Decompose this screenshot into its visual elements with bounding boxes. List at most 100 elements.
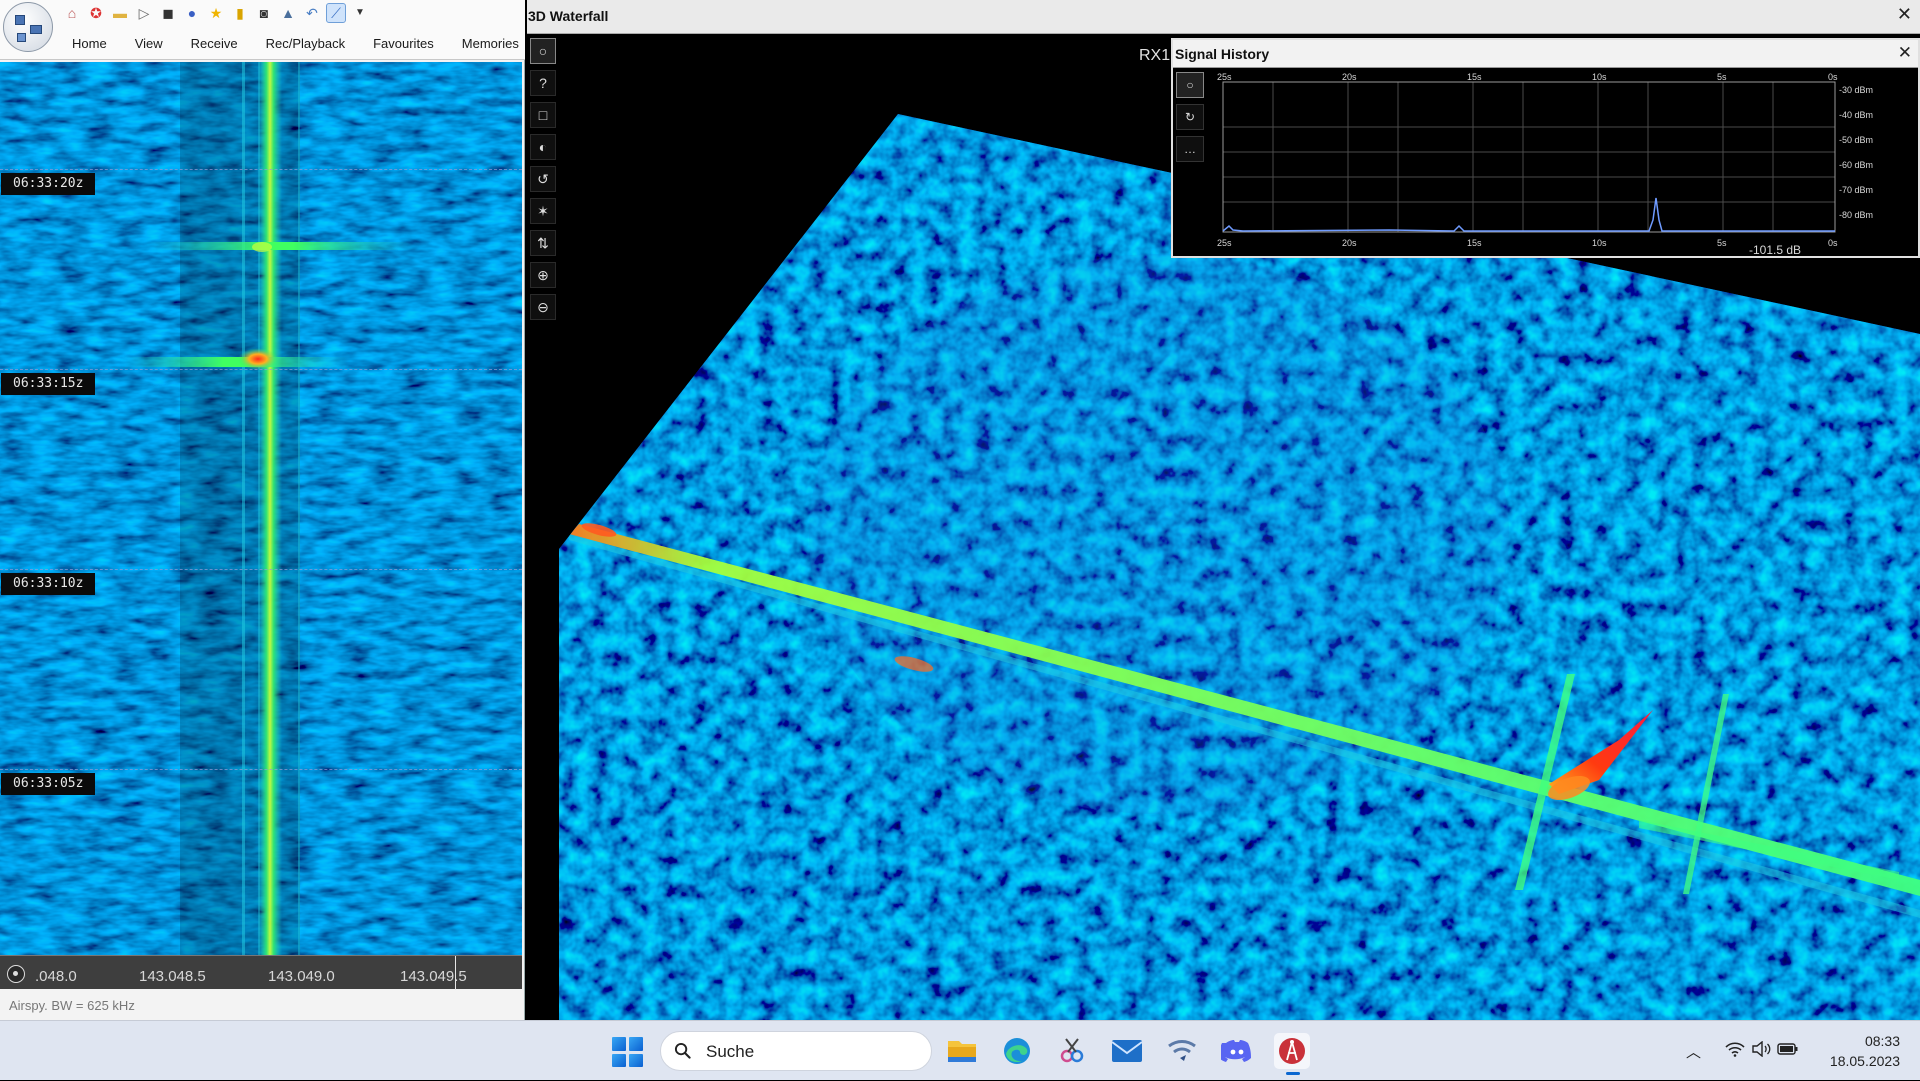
file-explorer-icon[interactable]	[944, 1033, 980, 1069]
info-icon[interactable]: ◐	[530, 134, 556, 160]
asterisk-icon[interactable]: ✶	[530, 198, 556, 224]
frequency-marker[interactable]	[455, 956, 456, 990]
time-label: 0s	[1828, 72, 1838, 82]
timestamp-label: 06:33:05z	[1, 773, 96, 795]
folder-icon[interactable]: ▬	[110, 3, 130, 23]
dbm-label: -70 dBm	[1839, 185, 1873, 195]
discord-icon[interactable]	[1219, 1033, 1255, 1069]
time-label: 10s	[1592, 72, 1607, 82]
rotate-icon[interactable]: ↺	[530, 166, 556, 192]
clock-date: 18.05.2023	[1829, 1053, 1900, 1069]
dbm-label: -50 dBm	[1839, 135, 1873, 145]
app-logo-block	[30, 25, 42, 34]
swap-icon[interactable]: ⇅	[530, 230, 556, 256]
close-icon[interactable]: ✕	[1897, 4, 1912, 25]
clock[interactable]: 08:33 18.05.2023	[1800, 1031, 1900, 1071]
quick-access-toolbar: ⌂ ✪ ▬ ▷ ◼ ● ★ ▮ ◙ ▲ ↶ ⟋ ▼	[62, 2, 370, 24]
signal-readout: -101.5 dB	[1749, 243, 1801, 256]
dropdown-icon[interactable]: ▼	[350, 3, 370, 23]
freq-tick: .048.0	[35, 968, 77, 985]
chevron-up-icon[interactable]: ︿	[1686, 1041, 1701, 1062]
waterfall-icon[interactable]: ⟋	[326, 3, 346, 23]
taskbar-search[interactable]: Suche	[660, 1031, 932, 1071]
tab-memories[interactable]: Memories	[448, 35, 533, 55]
ribbon: ⌂ ✪ ▬ ▷ ◼ ● ★ ▮ ◙ ▲ ↶ ⟋ ▼ Home View Rece…	[0, 0, 525, 60]
tab-favourites[interactable]: Favourites	[359, 35, 448, 55]
receiver-label: RX1	[1139, 47, 1171, 64]
clock-time: 08:33	[1864, 1033, 1900, 1049]
circle-icon[interactable]: ○	[530, 38, 556, 64]
undo-icon[interactable]: ↶	[302, 3, 322, 23]
zoom-out-icon[interactable]: ⊖	[530, 294, 556, 320]
windows-logo-tile	[612, 1053, 626, 1067]
signal-history-panel: Signal History ✕ ○ ↻ … 25s 20s 15s 10s 5…	[1171, 38, 1920, 258]
dbm-label: -40 dBm	[1839, 110, 1873, 120]
time-label: 25s	[1217, 72, 1232, 82]
time-label: 20s	[1342, 238, 1357, 248]
dbm-label: -60 dBm	[1839, 160, 1873, 170]
timestamp-line	[0, 169, 522, 170]
app-logo-block	[17, 33, 26, 42]
start-button[interactable]	[611, 1036, 643, 1068]
panel-title: Signal History	[1175, 46, 1270, 62]
timestamp-line	[0, 569, 522, 570]
timestamp-line	[0, 369, 522, 370]
lock-icon[interactable]: ▮	[230, 3, 250, 23]
more-icon[interactable]: …	[1176, 136, 1204, 162]
app-menu-button[interactable]	[3, 2, 53, 52]
time-label: 15s	[1467, 238, 1482, 248]
network-app-icon[interactable]	[1164, 1033, 1200, 1069]
app-logo-block	[15, 15, 25, 25]
timestamp-label: 06:33:10z	[1, 573, 96, 595]
waterfall-3d-toolbar: ○ ? □ ◐ ↺ ✶ ⇅ ⊕ ⊖	[527, 34, 559, 324]
edge-icon[interactable]	[999, 1033, 1035, 1069]
windows-logo-tile	[612, 1037, 626, 1051]
frequency-axis-button[interactable]	[7, 965, 25, 983]
tab-home[interactable]: Home	[58, 35, 121, 55]
record-icon[interactable]: ●	[182, 3, 202, 23]
zoom-in-icon[interactable]: ⊕	[530, 262, 556, 288]
lifebuoy-icon[interactable]: ✪	[86, 3, 106, 23]
snipping-tool-icon[interactable]	[1054, 1033, 1090, 1069]
home-icon[interactable]: ⌂	[62, 3, 82, 23]
waterfall-display[interactable]: 06:33:20z 06:33:15z 06:33:10z 06:33:05z	[0, 62, 522, 955]
tab-view[interactable]: View	[121, 35, 177, 55]
stop-icon[interactable]: ◼	[158, 3, 178, 23]
circle-icon[interactable]: ○	[1176, 72, 1204, 98]
freq-tick: 143.048.5	[139, 968, 206, 985]
windows-logo-tile	[629, 1037, 643, 1051]
signal-history-chart: 25s 20s 15s 10s 5s 0s 25s 20s 15s 10s 5s…	[1209, 70, 1917, 256]
wifi-icon[interactable]	[1725, 1041, 1745, 1057]
square-icon[interactable]: □	[530, 102, 556, 128]
flask-icon[interactable]: ▲	[278, 3, 298, 23]
play-icon[interactable]: ▷	[134, 3, 154, 23]
mail-icon[interactable]	[1109, 1033, 1145, 1069]
camera-icon[interactable]: ◙	[254, 3, 274, 23]
windows-logo-tile	[629, 1053, 643, 1067]
volume-icon[interactable]	[1751, 1041, 1771, 1057]
freq-tick: 143.049.0	[268, 968, 335, 985]
help-icon[interactable]: ?	[530, 70, 556, 96]
close-icon[interactable]: ✕	[1898, 43, 1912, 63]
time-label: 5s	[1717, 72, 1727, 82]
signal-history-titlebar[interactable]: Signal History ✕	[1173, 40, 1918, 68]
star-icon[interactable]: ★	[206, 3, 226, 23]
ribbon-tabs: Home View Receive Rec/Playback Favourite…	[58, 35, 533, 55]
time-label: 5s	[1717, 238, 1727, 248]
waterfall-image	[0, 62, 522, 955]
sdr-app-icon[interactable]	[1274, 1033, 1310, 1075]
refresh-icon[interactable]: ↻	[1176, 104, 1204, 130]
status-bar: Airspy. BW = 625 kHz	[0, 992, 522, 1019]
search-icon	[674, 1042, 691, 1059]
time-label: 10s	[1592, 238, 1607, 248]
tab-receive[interactable]: Receive	[177, 35, 252, 55]
waterfall-3d-titlebar[interactable]: 3D Waterfall ✕	[527, 0, 1920, 34]
time-label: 25s	[1217, 238, 1232, 248]
search-placeholder: Suche	[706, 1042, 755, 1061]
frequency-axis[interactable]: .048.0 143.048.5 143.049.0 143.049.5	[0, 955, 522, 990]
timestamp-label: 06:33:20z	[1, 173, 96, 195]
time-label: 20s	[1342, 72, 1357, 82]
battery-icon[interactable]	[1777, 1041, 1799, 1057]
tab-rec-playback[interactable]: Rec/Playback	[252, 35, 359, 55]
window-title: 3D Waterfall	[528, 8, 609, 24]
